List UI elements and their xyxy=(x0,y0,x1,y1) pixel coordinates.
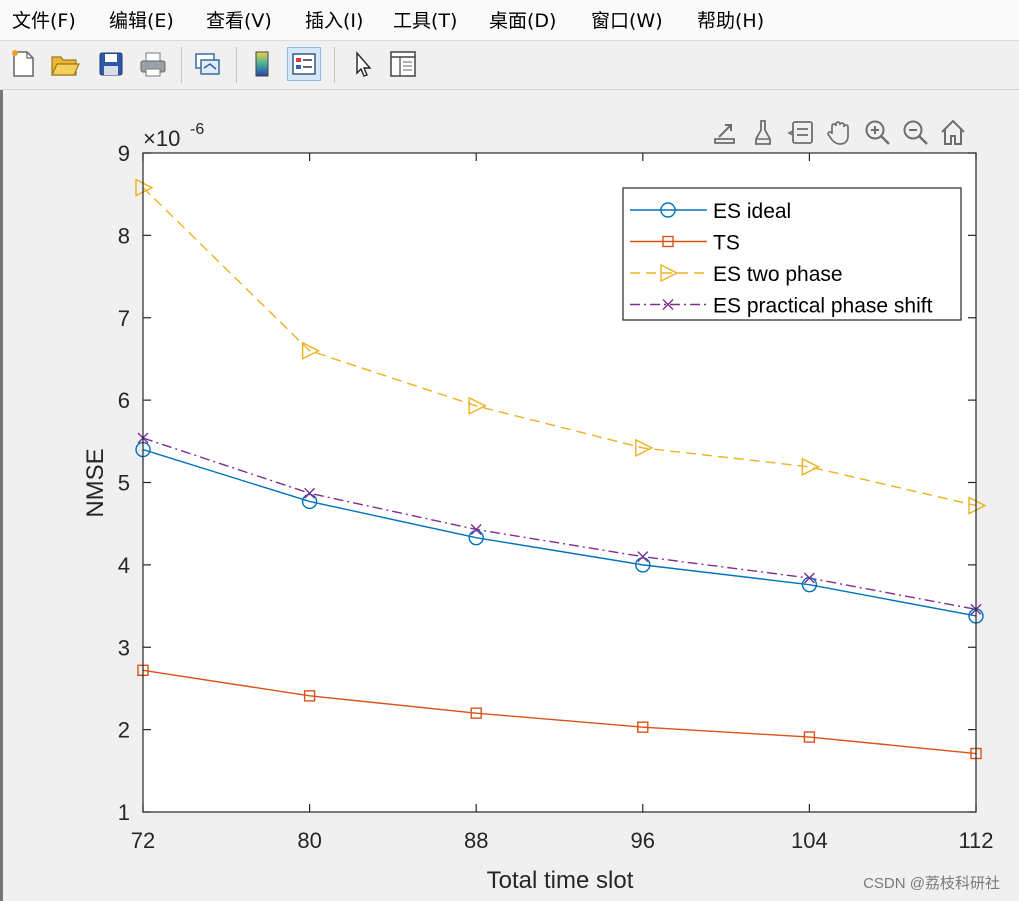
insert-colorbar-icon[interactable] xyxy=(245,47,279,81)
save-icon[interactable] xyxy=(94,47,128,81)
brush-icon[interactable] xyxy=(744,112,782,152)
property-inspector-icon[interactable] xyxy=(386,47,420,81)
link-plot-icon[interactable] xyxy=(190,47,224,81)
menu-window[interactable]: 窗口(W) xyxy=(591,6,663,33)
insert-legend-icon[interactable] xyxy=(287,47,321,81)
open-file-icon[interactable] xyxy=(48,47,82,81)
figure-canvas xyxy=(0,90,1019,901)
figure-toolbar xyxy=(0,40,1019,90)
restore-view-icon[interactable] xyxy=(934,112,972,152)
menu-file[interactable]: 文件(F) xyxy=(12,6,76,33)
menu-edit[interactable]: 编辑(E) xyxy=(109,6,174,33)
pan-icon[interactable] xyxy=(820,112,858,152)
menu-desktop[interactable]: 桌面(D) xyxy=(489,6,556,33)
export-icon[interactable] xyxy=(706,112,744,152)
menu-view[interactable]: 查看(V) xyxy=(206,6,272,33)
menu-tools[interactable]: 工具(T) xyxy=(393,6,457,33)
zoom-in-icon[interactable] xyxy=(858,112,896,152)
new-figure-icon[interactable] xyxy=(6,47,40,81)
zoom-out-icon[interactable] xyxy=(896,112,934,152)
menu-bar: 文件(F) 编辑(E) 查看(V) 插入(I) 工具(T) 桌面(D) 窗口(W… xyxy=(0,0,1019,40)
data-tips-icon[interactable] xyxy=(782,112,820,152)
print-icon[interactable] xyxy=(136,47,170,81)
menu-help[interactable]: 帮助(H) xyxy=(697,6,764,33)
axes-toolbar xyxy=(706,112,972,152)
menu-insert[interactable]: 插入(I) xyxy=(305,6,363,33)
edit-plot-icon[interactable] xyxy=(345,47,379,81)
